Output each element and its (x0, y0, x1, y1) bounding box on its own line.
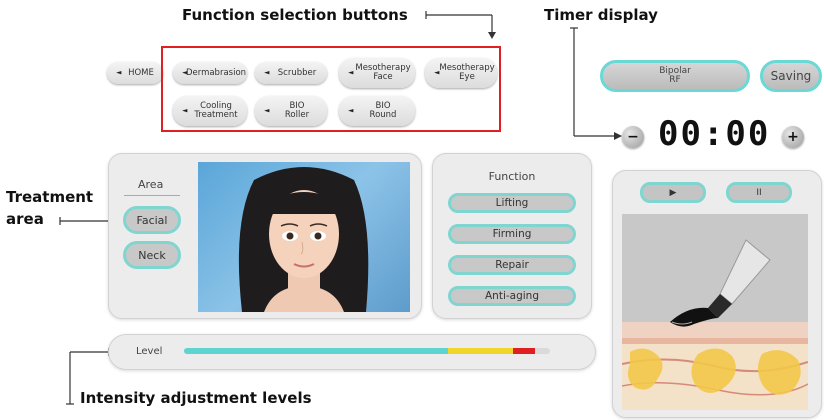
area-title: Area (138, 178, 164, 191)
left-arrow-icon: ◄ (116, 68, 122, 77)
function-button-mesotherapy-eye[interactable]: ◄ Mesotherapy Eye (425, 58, 497, 88)
function-button-label: BIO Round (369, 101, 397, 120)
function-button-dermabrasion[interactable]: ◄ Dermabrasion (173, 62, 247, 84)
annotation-treatment-area-line1: Treatment (6, 188, 94, 206)
area-divider (124, 195, 180, 196)
face-image (198, 162, 410, 312)
play-icon: ▶ (669, 187, 677, 198)
left-arrow-icon: ◄ (348, 68, 354, 77)
function-button-label: Mesotherapy Face (355, 63, 411, 82)
function-button-label: Cooling Treatment (194, 101, 238, 120)
level-segment-yellow (447, 348, 514, 354)
bipolar-rf-button[interactable]: Bipolar RF (600, 60, 750, 92)
function-title: Function (488, 170, 536, 183)
annotation-timer-display: Timer display (544, 6, 658, 24)
annotation-intensity-levels: Intensity adjustment levels (80, 389, 312, 407)
area-facial-button[interactable]: Facial (123, 206, 181, 234)
annotation-arrow-function (425, 11, 496, 39)
play-button[interactable]: ▶ (640, 182, 706, 203)
home-button-label: HOME (128, 67, 154, 78)
level-segment-cyan (184, 348, 448, 354)
function-button-bio-roller[interactable]: ◄ BIO Roller (255, 96, 327, 126)
home-button[interactable]: ◄ HOME (107, 62, 163, 84)
function-button-bio-round[interactable]: ◄ BIO Round (339, 96, 415, 126)
timer-display: 00:00 (658, 114, 771, 154)
timer-plus-button[interactable]: + (782, 126, 804, 148)
pause-icon: II (756, 187, 762, 198)
level-segment-red (513, 348, 536, 354)
annotation-treatment-area-line2: area (6, 210, 44, 228)
annotation-function-selection: Function selection buttons (182, 6, 408, 24)
function-anti-aging-button[interactable]: Anti-aging (448, 286, 576, 306)
function-button-label: Scrubber (277, 67, 317, 78)
function-button-label: BIO Roller (284, 101, 310, 120)
saving-button[interactable]: Saving (760, 60, 822, 92)
function-firming-button[interactable]: Firming (448, 224, 576, 244)
left-arrow-icon: ◄ (264, 106, 270, 115)
function-repair-button[interactable]: Repair (448, 255, 576, 275)
left-arrow-icon: ◄ (434, 68, 440, 77)
left-arrow-icon: ◄ (182, 68, 188, 77)
level-label: Level (136, 346, 163, 357)
left-arrow-icon: ◄ (182, 106, 188, 115)
function-lifting-button[interactable]: Lifting (448, 193, 576, 213)
area-neck-button[interactable]: Neck (123, 241, 181, 269)
treatment-animation-image (622, 214, 808, 410)
left-arrow-icon: ◄ (264, 68, 270, 77)
pause-button[interactable]: II (726, 182, 792, 203)
left-arrow-icon: ◄ (348, 106, 354, 115)
timer-minus-button[interactable]: − (622, 126, 644, 148)
level-slider[interactable] (184, 348, 550, 354)
function-button-cooling-treatment[interactable]: ◄ Cooling Treatment (173, 96, 247, 126)
function-button-mesotherapy-face[interactable]: ◄ Mesotherapy Face (339, 58, 415, 88)
function-button-scrubber[interactable]: ◄ Scrubber (255, 62, 327, 84)
